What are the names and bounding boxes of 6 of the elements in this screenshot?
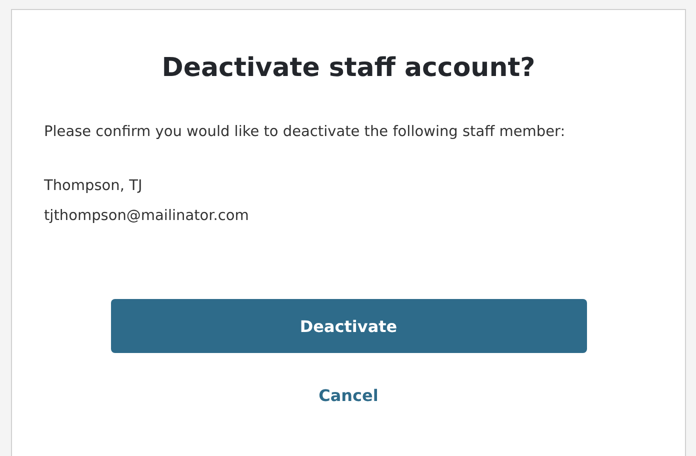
staff-email: tjthompson@mailinator.com (44, 207, 250, 226)
dialog-title: Deactivate staff account? (160, 52, 536, 85)
cancel-link[interactable]: Cancel (318, 386, 378, 405)
confirmation-message: Please confirm you would like to deactivate the following staff member: (44, 123, 566, 142)
staff-name: Thompson, TJ (44, 177, 144, 196)
deactivate-button[interactable]: Deactivate (110, 299, 586, 353)
